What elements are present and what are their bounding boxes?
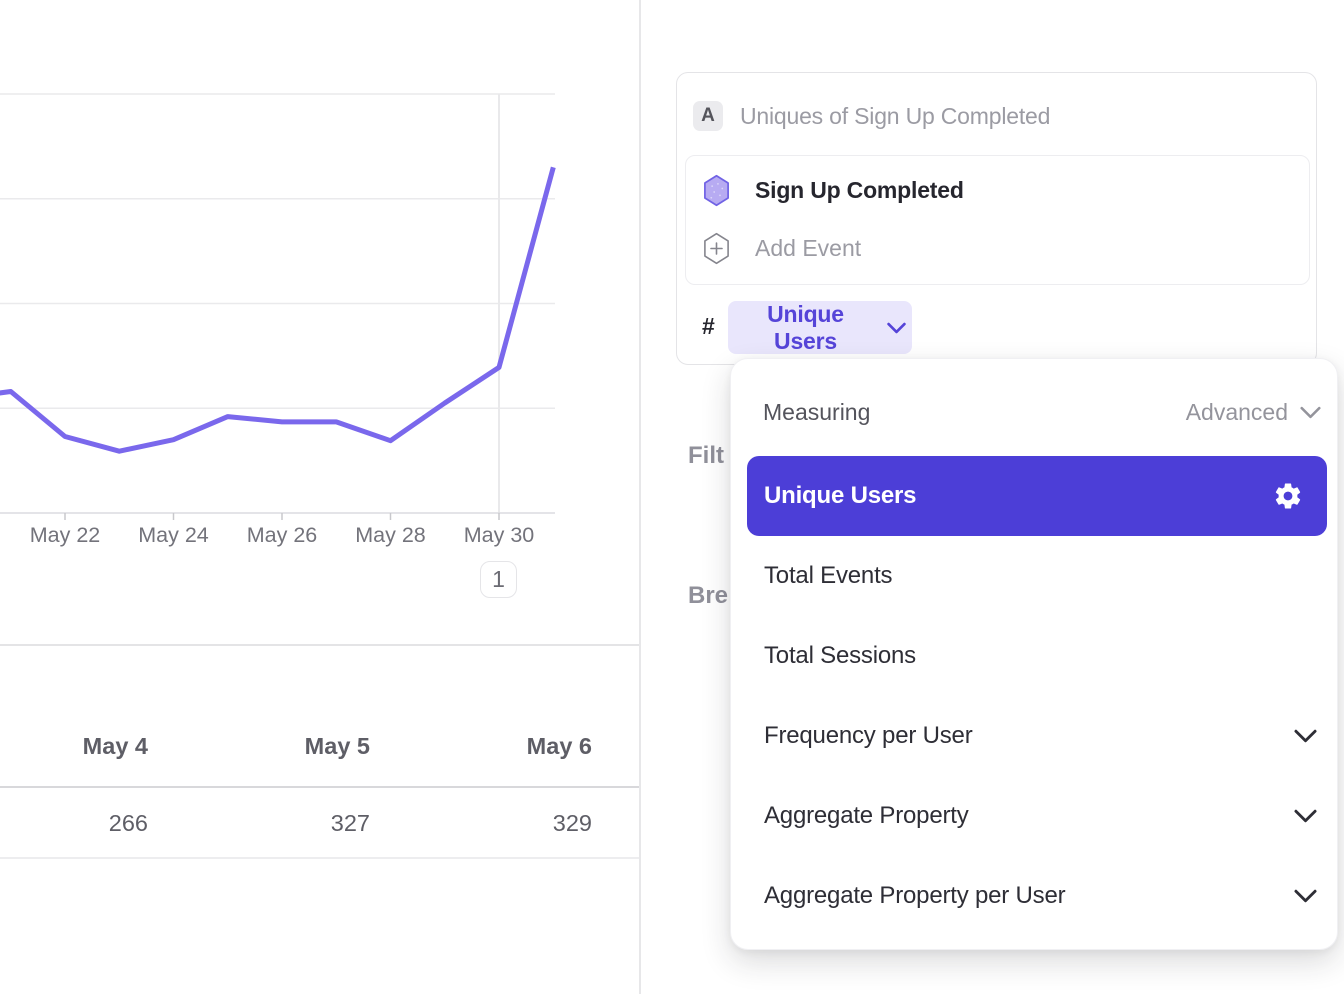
dropdown-header: Measuring Advanced: [731, 359, 1337, 465]
breakdown-section-heading: Bre: [688, 582, 728, 610]
menu-item-label: Total Sessions: [764, 642, 916, 670]
table-column-header: May 4: [0, 733, 148, 760]
menu-item-total-sessions[interactable]: Total Sessions: [747, 616, 1327, 696]
menu-item-total-events[interactable]: Total Events: [747, 536, 1327, 616]
pagination-badge[interactable]: 1: [480, 561, 517, 598]
table-cell-value: 327: [170, 810, 370, 837]
insights-screen: May 22May 24May 26May 28May 30 1 May 4 Ma…: [0, 0, 1344, 994]
menu-item-unique-users[interactable]: Unique Users: [747, 456, 1327, 536]
advanced-label: Advanced: [1186, 399, 1288, 426]
menu-item-label: Total Events: [764, 562, 892, 590]
add-event-icon: [702, 232, 731, 265]
measurement-hash-symbol: #: [702, 313, 715, 340]
event-card: Sign Up Completed Add Event: [685, 155, 1310, 285]
filter-section-heading: Filt: [688, 442, 728, 470]
menu-item-label: Unique Users: [764, 482, 916, 510]
gear-icon[interactable]: [1273, 481, 1303, 511]
metric-card: A Uniques of Sign Up Completed: [676, 72, 1317, 365]
line-chart: [0, 0, 639, 523]
chevron-down-icon: [887, 322, 906, 334]
add-event-label: Add Event: [755, 235, 861, 262]
table-row-divider: [0, 857, 639, 859]
measuring-label: Measuring: [763, 399, 870, 426]
x-axis-label: May 26: [222, 523, 342, 548]
dropdown-items: Unique Users Total Events Total Sessions Fr…: [747, 456, 1327, 936]
measurement-selector[interactable]: Unique Users: [728, 301, 912, 354]
chevron-down-icon: [1294, 729, 1317, 743]
event-name: Sign Up Completed: [755, 177, 964, 204]
chevron-down-icon: [1300, 406, 1321, 419]
x-axis-label: May 28: [331, 523, 451, 548]
metric-header: A Uniques of Sign Up Completed: [693, 87, 1050, 145]
measurement-selector-label: Unique Users: [734, 301, 877, 355]
menu-item-frequency-per-user[interactable]: Frequency per User: [747, 696, 1327, 776]
menu-item-aggregate-property-per-user[interactable]: Aggregate Property per User: [747, 856, 1327, 936]
table-column-header: May 6: [392, 733, 592, 760]
chart-pane: May 22May 24May 26May 28May 30 1 May 4 Ma…: [0, 0, 639, 994]
series-a-badge: A: [693, 101, 723, 131]
table-header-divider: [0, 786, 639, 788]
add-event-button[interactable]: Add Event: [702, 219, 861, 277]
table-cell-value: 329: [392, 810, 592, 837]
table-column-header: May 5: [170, 733, 370, 760]
event-hexagon-icon: [702, 174, 731, 207]
pane-divider: [639, 0, 641, 994]
metric-title: Uniques of Sign Up Completed: [740, 103, 1050, 130]
measurement-dropdown: Measuring Advanced Unique Users Total Eve…: [730, 358, 1338, 950]
x-axis-label: May 30: [439, 523, 559, 548]
event-row-sign-up-completed[interactable]: Sign Up Completed: [702, 161, 964, 219]
menu-item-label: Frequency per User: [764, 722, 973, 750]
chevron-down-icon: [1294, 809, 1317, 823]
advanced-mode-selector[interactable]: Advanced: [1186, 399, 1321, 426]
menu-item-label: Aggregate Property: [764, 802, 969, 830]
x-axis-label: May 22: [5, 523, 125, 548]
menu-item-aggregate-property[interactable]: Aggregate Property: [747, 776, 1327, 856]
section-divider: [0, 644, 639, 646]
chevron-down-icon: [1294, 889, 1317, 903]
menu-item-label: Aggregate Property per User: [764, 882, 1065, 910]
table-cell-value: 266: [0, 810, 148, 837]
x-axis-label: May 24: [114, 523, 234, 548]
